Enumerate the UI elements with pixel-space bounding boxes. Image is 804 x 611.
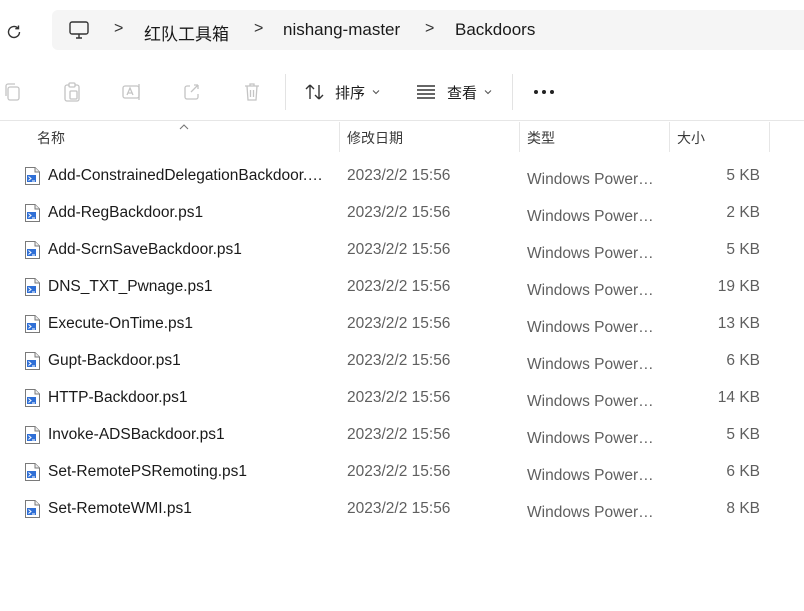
file-row[interactable]: Set-RemoteWMI.ps1 2023/2/2 15:56 Windows…	[0, 491, 804, 528]
powershell-file-icon	[24, 499, 41, 519]
powershell-file-icon	[24, 425, 41, 445]
file-row[interactable]: DNS_TXT_Pwnage.ps1 2023/2/2 15:56 Window…	[0, 269, 804, 306]
file-size: 5 KB	[726, 241, 760, 258]
file-modified-date: 2023/2/2 15:56	[347, 426, 451, 443]
powershell-file-icon	[24, 351, 41, 371]
file-name: Set-RemoteWMI.ps1	[48, 500, 192, 517]
delete-icon[interactable]	[240, 80, 264, 104]
file-type: Windows PowerShell 脚本	[527, 430, 657, 447]
file-modified-date: 2023/2/2 15:56	[347, 241, 451, 258]
file-row[interactable]: Execute-OnTime.ps1 2023/2/2 15:56 Window…	[0, 306, 804, 343]
file-modified-date: 2023/2/2 15:56	[347, 463, 451, 480]
file-row[interactable]: Add-ConstrainedDelegationBackdoor.ps1 20…	[0, 158, 804, 195]
sort-button[interactable]: 排序	[335, 82, 365, 103]
breadcrumb-item-redteam[interactable]: 红队工具箱	[144, 20, 229, 45]
file-type: Windows PowerShell 脚本	[527, 393, 657, 410]
column-header-name[interactable]: 名称	[37, 128, 65, 148]
chevron-down-icon[interactable]	[483, 84, 493, 95]
view-icon[interactable]	[414, 80, 438, 104]
powershell-file-icon	[24, 388, 41, 408]
file-size: 8 KB	[726, 500, 760, 517]
file-modified-date: 2023/2/2 15:56	[347, 204, 451, 221]
file-type: Windows PowerShell 脚本	[527, 208, 657, 225]
file-type: Windows PowerShell 脚本	[527, 282, 657, 299]
breadcrumb-separator[interactable]: >	[254, 20, 263, 38]
file-size: 14 KB	[717, 389, 760, 406]
address-bar-region: > 红队工具箱 > nishang-master > Backdoors	[0, 0, 804, 62]
breadcrumb-separator[interactable]: >	[425, 20, 434, 38]
file-name: Invoke-ADSBackdoor.ps1	[48, 426, 225, 443]
file-modified-date: 2023/2/2 15:56	[347, 167, 451, 184]
file-name: Add-RegBackdoor.ps1	[48, 204, 204, 221]
column-header-size[interactable]: 大小	[677, 128, 705, 148]
file-size: 5 KB	[726, 426, 760, 443]
chevron-down-icon[interactable]	[371, 84, 381, 95]
powershell-file-icon	[24, 314, 41, 334]
file-size: 19 KB	[717, 278, 760, 295]
breadcrumb-separator[interactable]: >	[114, 20, 123, 38]
file-name: DNS_TXT_Pwnage.ps1	[48, 278, 213, 295]
column-divider[interactable]	[519, 122, 520, 152]
file-type: Windows PowerShell 脚本	[527, 171, 657, 188]
file-name: Execute-OnTime.ps1	[48, 315, 194, 332]
column-divider[interactable]	[769, 122, 770, 152]
copy-icon[interactable]	[0, 80, 24, 104]
file-row[interactable]: Invoke-ADSBackdoor.ps1 2023/2/2 15:56 Wi…	[0, 417, 804, 454]
address-bar[interactable]: > 红队工具箱 > nishang-master > Backdoors	[52, 10, 804, 50]
sort-ascending-icon	[178, 118, 190, 130]
file-size: 6 KB	[726, 463, 760, 480]
toolbar-divider	[512, 74, 513, 110]
file-size: 2 KB	[726, 204, 760, 221]
refresh-icon[interactable]	[2, 20, 26, 44]
share-icon[interactable]	[180, 80, 204, 104]
file-row[interactable]: Add-RegBackdoor.ps1 2023/2/2 15:56 Windo…	[0, 195, 804, 232]
powershell-file-icon	[24, 462, 41, 482]
powershell-file-icon	[24, 240, 41, 260]
file-type: Windows PowerShell 脚本	[527, 245, 657, 262]
paste-icon[interactable]	[60, 80, 84, 104]
breadcrumb-item-nishang[interactable]: nishang-master	[283, 20, 400, 40]
file-name: Set-RemotePSRemoting.ps1	[48, 463, 248, 480]
file-type: Windows PowerShell 脚本	[527, 504, 657, 521]
breadcrumb-item-backdoors[interactable]: Backdoors	[455, 20, 535, 40]
toolbar-divider	[285, 74, 286, 110]
file-type: Windows PowerShell 脚本	[527, 319, 657, 336]
file-modified-date: 2023/2/2 15:56	[347, 352, 451, 369]
file-size: 13 KB	[717, 315, 760, 332]
file-name: HTTP-Backdoor.ps1	[48, 389, 188, 406]
column-divider[interactable]	[339, 122, 340, 152]
command-bar: 排序 查看	[0, 62, 804, 121]
column-header-modified[interactable]: 修改日期	[347, 128, 403, 148]
file-row[interactable]: Set-RemotePSRemoting.ps1 2023/2/2 15:56 …	[0, 454, 804, 491]
computer-icon[interactable]	[68, 20, 90, 40]
file-name: Add-ConstrainedDelegationBackdoor.ps1	[48, 167, 330, 184]
file-modified-date: 2023/2/2 15:56	[347, 500, 451, 517]
powershell-file-icon	[24, 166, 41, 186]
column-divider[interactable]	[669, 122, 670, 152]
column-header-type[interactable]: 类型	[527, 128, 555, 148]
file-row[interactable]: Gupt-Backdoor.ps1 2023/2/2 15:56 Windows…	[0, 343, 804, 380]
file-row[interactable]: Add-ScrnSaveBackdoor.ps1 2023/2/2 15:56 …	[0, 232, 804, 269]
powershell-file-icon	[24, 203, 41, 223]
file-type: Windows PowerShell 脚本	[527, 356, 657, 373]
file-size: 5 KB	[726, 167, 760, 184]
more-icon[interactable]	[532, 80, 556, 104]
column-header-row: 名称 修改日期 类型 大小	[0, 122, 804, 152]
file-name: Add-ScrnSaveBackdoor.ps1	[48, 241, 242, 258]
file-modified-date: 2023/2/2 15:56	[347, 278, 451, 295]
file-name: Gupt-Backdoor.ps1	[48, 352, 181, 369]
file-modified-date: 2023/2/2 15:56	[347, 315, 451, 332]
rename-icon[interactable]	[120, 80, 144, 104]
file-size: 6 KB	[726, 352, 760, 369]
file-row[interactable]: HTTP-Backdoor.ps1 2023/2/2 15:56 Windows…	[0, 380, 804, 417]
file-modified-date: 2023/2/2 15:56	[347, 389, 451, 406]
sort-icon[interactable]	[303, 80, 327, 104]
powershell-file-icon	[24, 277, 41, 297]
file-type: Windows PowerShell 脚本	[527, 467, 657, 484]
view-button[interactable]: 查看	[447, 82, 477, 103]
